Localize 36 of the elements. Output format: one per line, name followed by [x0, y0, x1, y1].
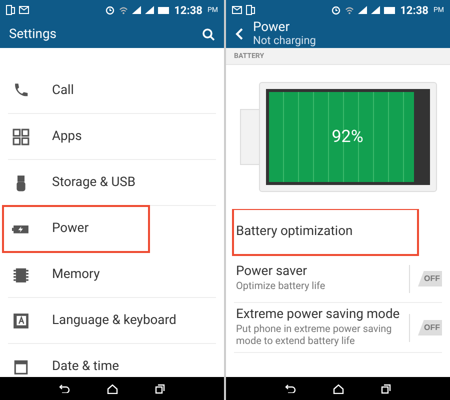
- chip-icon: [12, 266, 30, 284]
- settings-item[interactable]: Apps: [8, 114, 216, 160]
- settings-item[interactable]: Storage & USB: [8, 160, 216, 206]
- clock-time: 12:38: [400, 4, 428, 16]
- setting-title: Power saver: [236, 264, 308, 279]
- settings-item[interactable]: Language & keyboard: [8, 298, 216, 344]
- recent-apps-icon[interactable]: [155, 384, 166, 394]
- app-bar-title: Power: [253, 20, 291, 36]
- setting-description: Put phone in extreme power saving mode to extend battery life: [236, 324, 393, 348]
- battery-percentage: 92%: [332, 127, 364, 147]
- app-bar-subtitle: Not charging: [253, 35, 316, 48]
- clock-time: 12:38: [174, 4, 202, 16]
- highlighted-settings-item[interactable]: Power: [3, 206, 149, 252]
- recent-apps-icon[interactable]: [381, 384, 392, 394]
- back-icon[interactable]: [58, 384, 70, 393]
- calendar-icon: [12, 358, 30, 376]
- back-icon[interactable]: [284, 384, 296, 393]
- home-icon[interactable]: [332, 384, 344, 394]
- grid-icon: [12, 128, 30, 146]
- search-icon[interactable]: [202, 28, 215, 40]
- home-icon[interactable]: [106, 384, 118, 394]
- alarm-icon: [105, 5, 116, 15]
- mail-icon: [232, 6, 242, 14]
- settings-item[interactable]: Memory: [8, 252, 216, 298]
- setting-title: Extreme power saving mode: [236, 307, 401, 322]
- settings-item[interactable]: Call: [8, 68, 216, 114]
- wifi-icon: [119, 6, 128, 14]
- highlighted-settings-row[interactable]: Battery optimization: [233, 209, 418, 255]
- letter-icon: [12, 312, 30, 330]
- battery-icon: [158, 6, 170, 14]
- battery-icon: [384, 6, 396, 14]
- wifi-icon: [345, 6, 354, 14]
- alarm-icon: [331, 5, 342, 15]
- app-bar-title: Settings: [9, 26, 56, 42]
- mail-icon: [19, 6, 29, 14]
- setting-description: Optimize battery life: [236, 281, 326, 293]
